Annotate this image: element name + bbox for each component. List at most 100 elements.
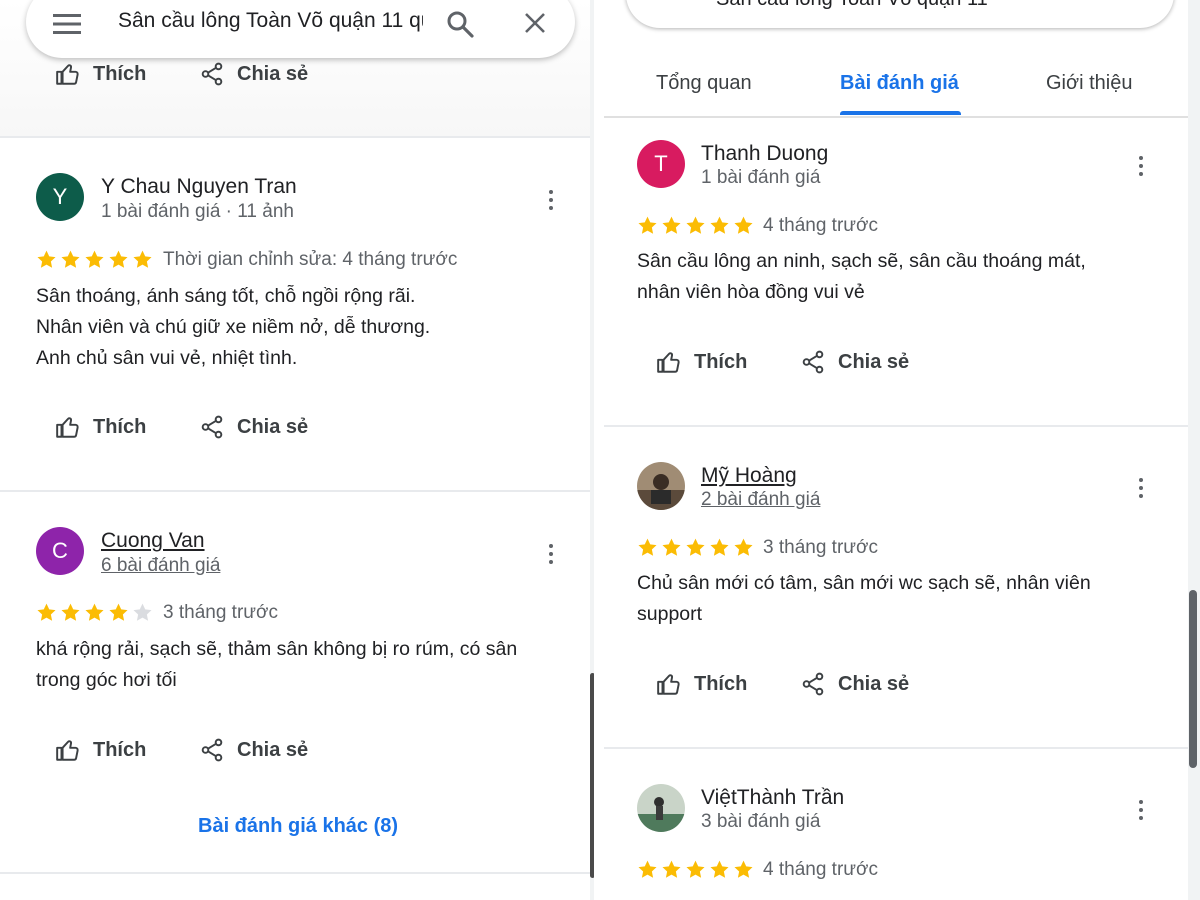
like-label: Thích xyxy=(694,672,748,695)
reviewer-name[interactable]: Thanh Duong xyxy=(701,142,828,166)
review-text: Sân cầu lông an ninh, sạch sẽ, sân cầu t… xyxy=(637,246,1182,308)
like-button[interactable]: Thích xyxy=(55,737,146,763)
thumbs-up-icon xyxy=(56,417,79,438)
thumbs-up-icon xyxy=(657,674,680,695)
review-text-line: Chủ sân mới có tâm, sân mới wc sạch sẽ, … xyxy=(637,572,1091,594)
right-reviews-panel: Sân cầu lông Toàn Võ quận 11 Tổng quan B… xyxy=(594,0,1200,900)
review-text: Sân thoáng, ánh sáng tốt, chỗ ngồi rộng … xyxy=(36,281,576,374)
like-label: Thích xyxy=(93,738,147,761)
review-text-line: Sân thoáng, ánh sáng tốt, chỗ ngồi rộng … xyxy=(36,285,416,307)
more-options-icon[interactable] xyxy=(1137,800,1145,822)
active-tab-indicator xyxy=(840,111,961,115)
star-filled-icon xyxy=(109,250,128,268)
more-options-icon[interactable] xyxy=(1137,478,1145,500)
search-input[interactable]: Sân cầu lông Toàn Võ quận 11 quận 11 xyxy=(118,9,423,33)
like-button[interactable]: Thích xyxy=(55,61,146,87)
share-icon xyxy=(201,62,223,86)
review-time: Thời gian chỉnh sửa: 4 tháng trước xyxy=(163,249,458,270)
scrollbar-thumb[interactable] xyxy=(1189,590,1197,768)
close-icon[interactable] xyxy=(524,12,546,34)
share-button[interactable]: Chia sẻ xyxy=(800,349,909,375)
tab-bar: Tổng quan Bài đánh giá Giới thiệu xyxy=(604,60,1188,118)
divider xyxy=(604,425,1188,427)
search-bar[interactable]: Sân cầu lông Toàn Võ quận 11 quận 11 xyxy=(26,0,575,58)
reviewer-name[interactable]: Cuong Van xyxy=(101,529,205,553)
review-text: khá rộng rải, sạch sẽ, thảm sân không bị… xyxy=(36,634,581,696)
like-button[interactable]: Thích xyxy=(55,414,146,440)
star-filled-icon xyxy=(85,250,104,268)
left-reviews-panel: Sân cầu lông Toàn Võ quận 11 quận 11 Thí… xyxy=(0,0,594,900)
share-label: Chia sẻ xyxy=(237,415,309,438)
more-reviews-link[interactable]: Bài đánh giá khác (8) xyxy=(198,815,398,838)
star-rating xyxy=(637,215,754,236)
avatar[interactable]: T xyxy=(637,140,685,188)
star-rating xyxy=(637,859,754,880)
review-text-line: nhân viên hòa đồng vui vẻ xyxy=(637,281,865,303)
star-empty-icon xyxy=(133,603,152,621)
star-filled-icon xyxy=(710,538,729,556)
review-time: 3 tháng trước xyxy=(163,602,278,623)
reviewer-meta: 1 bài đánh giá · 11 ảnh xyxy=(101,201,294,222)
star-filled-icon xyxy=(686,538,705,556)
star-filled-icon xyxy=(710,860,729,878)
profile-photo-icon xyxy=(637,462,685,510)
reviewer-meta[interactable]: 6 bài đánh giá xyxy=(101,555,220,577)
search-input[interactable]: Sân cầu lông Toàn Võ quận 11 xyxy=(716,0,1026,11)
avatar-photo[interactable] xyxy=(637,784,685,832)
tab-about[interactable]: Giới thiệu xyxy=(1046,72,1132,95)
share-label: Chia sẻ xyxy=(838,350,910,373)
star-filled-icon xyxy=(734,216,753,234)
share-button[interactable]: Chia sẻ xyxy=(199,737,308,763)
profile-photo-icon xyxy=(637,784,685,832)
share-icon xyxy=(802,672,824,696)
star-filled-icon xyxy=(686,860,705,878)
star-filled-icon xyxy=(638,538,657,556)
share-button[interactable]: Chia sẻ xyxy=(199,61,308,87)
like-button[interactable]: Thích xyxy=(656,349,747,375)
avatar[interactable]: C xyxy=(36,527,84,575)
review-text-line: Sân cầu lông an ninh, sạch sẽ, sân cầu t… xyxy=(637,250,1086,272)
search-icon[interactable] xyxy=(446,10,474,38)
share-label: Chia sẻ xyxy=(237,738,309,761)
share-icon xyxy=(201,738,223,762)
share-icon xyxy=(201,415,223,439)
review-time: 4 tháng trước xyxy=(763,859,878,880)
avatar[interactable]: Y xyxy=(36,173,84,221)
more-options-icon[interactable] xyxy=(1137,156,1145,178)
reviewer-name[interactable]: Mỹ Hoàng xyxy=(701,464,797,488)
reviewer-name[interactable]: Y Chau Nguyen Tran xyxy=(101,175,297,199)
star-rating xyxy=(637,537,754,558)
tab-overview[interactable]: Tổng quan xyxy=(656,72,752,95)
star-filled-icon xyxy=(85,603,104,621)
review-text-line: Anh chủ sân vui vẻ, nhiệt tình. xyxy=(36,347,298,369)
review-text-line: trong góc hơi tối xyxy=(36,669,177,691)
review-text-line: Nhân viên và chú giữ xe niềm nở, dễ thươ… xyxy=(36,316,431,338)
more-options-icon[interactable] xyxy=(547,544,555,566)
star-filled-icon xyxy=(662,860,681,878)
divider xyxy=(0,872,590,874)
share-button[interactable]: Chia sẻ xyxy=(199,414,308,440)
thumbs-up-icon xyxy=(657,352,680,373)
more-options-icon[interactable] xyxy=(547,190,555,212)
avatar-photo[interactable] xyxy=(637,462,685,510)
star-filled-icon xyxy=(109,603,128,621)
review-text: Chủ sân mới có tâm, sân mới wc sạch sẽ, … xyxy=(637,568,1182,630)
like-button[interactable]: Thích xyxy=(656,671,747,697)
divider xyxy=(0,136,590,138)
star-filled-icon xyxy=(638,216,657,234)
star-rating xyxy=(36,249,153,270)
menu-icon[interactable] xyxy=(53,14,81,34)
star-filled-icon xyxy=(686,216,705,234)
share-button[interactable]: Chia sẻ xyxy=(800,671,909,697)
tab-reviews[interactable]: Bài đánh giá xyxy=(840,72,959,95)
star-filled-icon xyxy=(662,538,681,556)
thumbs-up-icon xyxy=(56,740,79,761)
like-label: Thích xyxy=(694,350,748,373)
star-filled-icon xyxy=(37,603,56,621)
share-label: Chia sẻ xyxy=(838,672,910,695)
search-bar[interactable]: Sân cầu lông Toàn Võ quận 11 xyxy=(626,0,1174,28)
reviewer-name[interactable]: ViệtThành Trần xyxy=(701,786,844,810)
review-time: 3 tháng trước xyxy=(763,537,878,558)
reviewer-meta[interactable]: 2 bài đánh giá xyxy=(701,489,820,511)
like-label: Thích xyxy=(93,415,147,438)
